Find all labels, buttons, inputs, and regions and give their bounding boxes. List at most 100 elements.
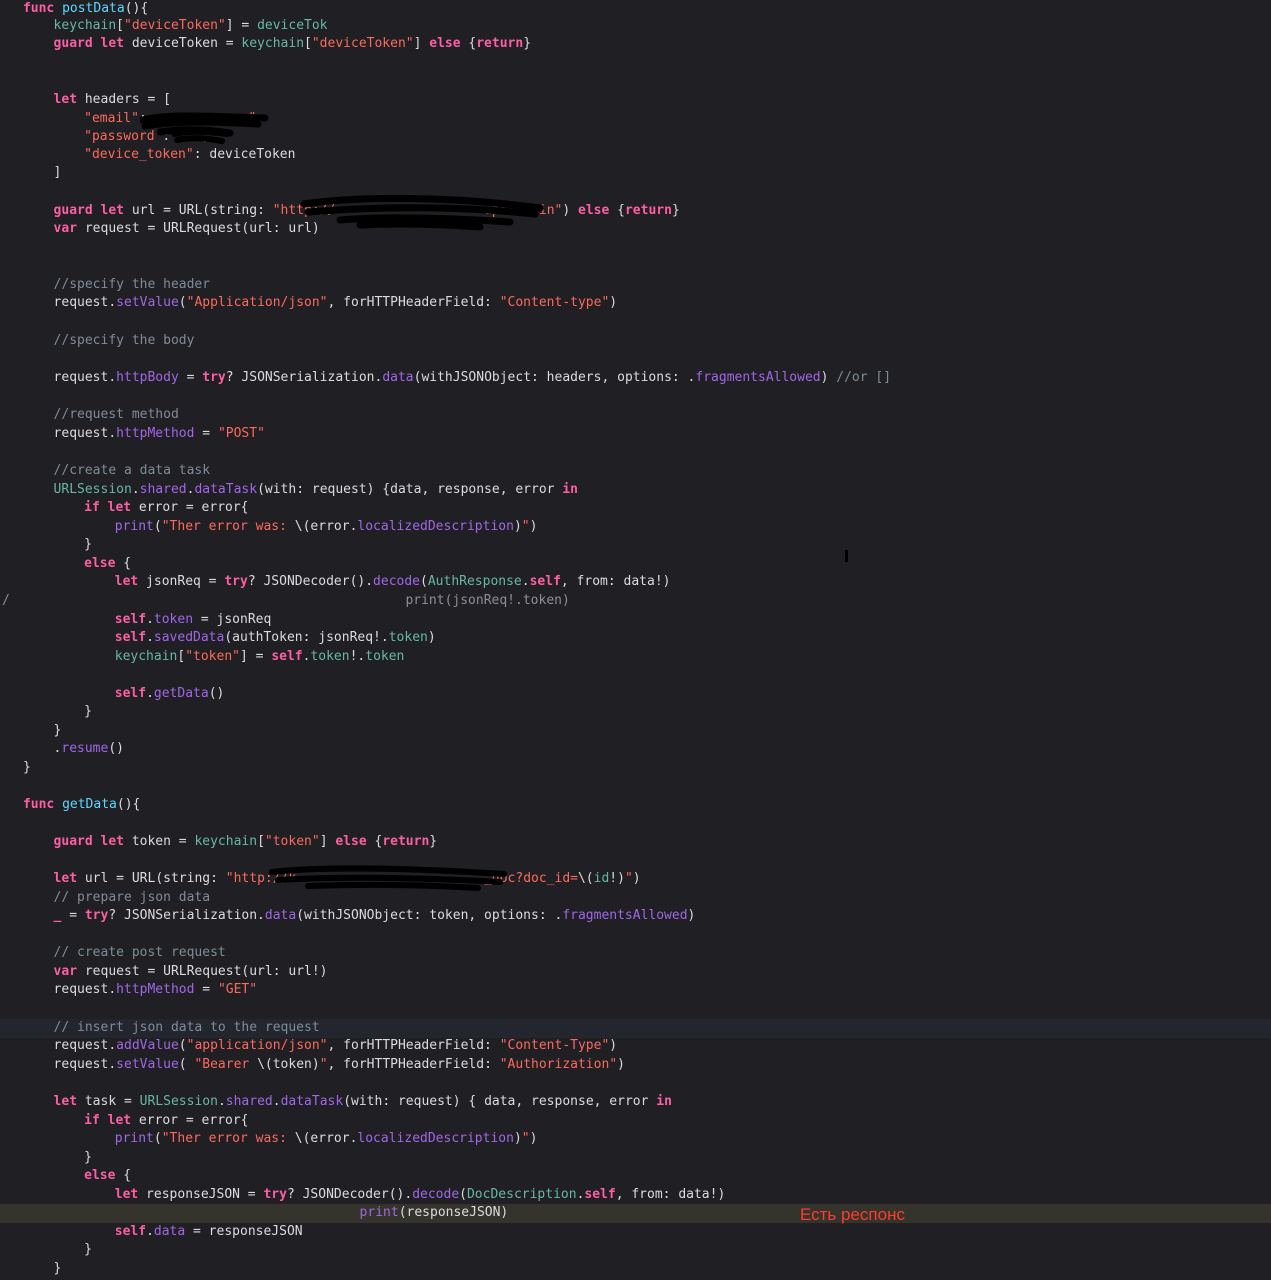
- code-line-content: // insert json data to the request: [54, 1019, 320, 1038]
- code-line[interactable]: }: [0, 703, 1271, 722]
- code-token: = jsonReq: [193, 612, 272, 627]
- code-line[interactable]: guard let token = keychain["token"] else…: [0, 833, 1271, 852]
- code-line[interactable]: }: [0, 1260, 1271, 1279]
- code-token: (url: url!): [241, 964, 328, 979]
- code-line[interactable]: request.httpMethod = "POST": [0, 425, 1271, 444]
- code-line[interactable]: "device_token": deviceToken: [0, 146, 1271, 165]
- code-token: JSONDecoder: [263, 574, 350, 589]
- code-line[interactable]: let jsonReq = try? JSONDecoder().decode(…: [0, 573, 1271, 592]
- code-line[interactable]: self.savedData(authToken: jsonReq!.token…: [0, 629, 1271, 648]
- code-line[interactable]: request.setValue("Application/json", for…: [0, 294, 1271, 313]
- code-token: //request method: [53, 407, 179, 422]
- code-line[interactable]: let responseJSON = try? JSONDecoder().de…: [0, 1186, 1271, 1205]
- code-line[interactable]: func postData(){: [0, 0, 1271, 19]
- code-line[interactable]: // prepare json data: [0, 889, 1271, 908]
- code-token: token: [365, 649, 405, 664]
- code-token: (): [108, 741, 124, 756]
- code-token: print: [114, 1131, 154, 1146]
- code-token: self: [584, 1187, 616, 1202]
- code-line[interactable]: //request method: [0, 406, 1271, 425]
- code-token: ): [617, 1057, 625, 1072]
- code-line[interactable]: request.httpMethod = "GET": [0, 981, 1271, 1000]
- code-line[interactable]: "password": ",: [0, 128, 1271, 147]
- code-token: shared: [139, 482, 187, 497]
- code-line[interactable]: request.setValue( "Bearer \(token)", for…: [0, 1056, 1271, 1075]
- code-line[interactable]: print(jsonReq!.token): [0, 592, 1271, 611]
- code-line[interactable]: //specify the header: [0, 276, 1271, 295]
- code-token: request.: [53, 1038, 117, 1053]
- code-line-content: let headers = [: [54, 91, 171, 110]
- code-line[interactable]: self.getData(): [0, 685, 1271, 704]
- code-token: ? JSONSerialization.: [225, 370, 383, 385]
- code-line[interactable]: //specify the body: [0, 332, 1271, 351]
- code-line[interactable]: else {: [0, 555, 1271, 574]
- code-token: , forHTTPHeaderField:: [327, 1057, 500, 1072]
- code-line[interactable]: if let error = error{: [0, 499, 1271, 518]
- code-token: AuthResponse: [427, 574, 522, 589]
- code-token: {: [366, 834, 383, 849]
- code-token: request.: [53, 1057, 117, 1072]
- code-line[interactable]: print("Ther error was: \(error.localized…: [0, 1130, 1271, 1149]
- code-line[interactable]: if let error = error{: [0, 1112, 1271, 1131]
- code-token: =: [194, 426, 218, 441]
- code-token: ]: [53, 165, 62, 180]
- code-token: func: [22, 1, 55, 16]
- code-token: "Authorization": [499, 1057, 618, 1072]
- code-line[interactable]: request.httpBody = try? JSONSerializatio…: [0, 369, 1271, 388]
- code-line[interactable]: .resume(): [0, 740, 1271, 759]
- code-line[interactable]: keychain["token"] = self.token!.token: [0, 648, 1271, 667]
- code-line[interactable]: }: [0, 1149, 1271, 1168]
- code-line[interactable]: var request = URLRequest(url: url): [0, 220, 1271, 239]
- code-line-content: "password": ",: [84, 128, 209, 147]
- code-line[interactable]: _ = try? JSONSerialization.data(withJSON…: [0, 907, 1271, 926]
- code-token: (withJSONObject: headers, options: .: [413, 370, 696, 385]
- code-token: var: [53, 964, 78, 979]
- code-line[interactable]: print("Ther error was: \(error.localized…: [0, 518, 1271, 537]
- code-line[interactable]: let headers = [: [0, 91, 1271, 110]
- code-line[interactable]: func getData(){: [0, 796, 1271, 815]
- code-line[interactable]: self.token = jsonReq: [0, 611, 1271, 630]
- code-token: fragmentsAllowed: [695, 370, 821, 385]
- code-line[interactable]: print(responseJSON): [0, 1204, 1271, 1223]
- code-line[interactable]: var request = URLRequest(url: url!): [0, 963, 1271, 982]
- code-line[interactable]: //create a data task: [0, 462, 1271, 481]
- code-line[interactable]: guard let url = URL(string: "http:// api…: [0, 202, 1271, 221]
- code-line[interactable]: guard let deviceToken = keychain["device…: [0, 35, 1271, 54]
- code-line[interactable]: }: [0, 536, 1271, 555]
- code-token: url =: [77, 871, 132, 886]
- code-line[interactable]: }: [0, 722, 1271, 741]
- code-token: ().: [388, 1187, 413, 1202]
- code-line[interactable]: // create post request: [0, 944, 1271, 963]
- code-line[interactable]: }: [0, 759, 1271, 778]
- code-line[interactable]: URLSession.shared.dataTask(with: request…: [0, 481, 1271, 500]
- code-token: error = error{: [131, 500, 249, 515]
- code-token: try: [202, 370, 226, 385]
- code-token: in: [656, 1094, 672, 1109]
- code-line[interactable]: }: [0, 1241, 1271, 1260]
- code-line-content: "email": ",: [84, 110, 264, 129]
- code-line[interactable]: keychain["deviceToken"] = deviceTok: [0, 17, 1271, 36]
- code-token: if let: [84, 500, 132, 515]
- code-line-content: request.addValue("application/json", for…: [54, 1037, 618, 1056]
- code-line[interactable]: self.data = responseJSON: [0, 1223, 1271, 1242]
- code-line[interactable]: else {: [0, 1167, 1271, 1186]
- code-line[interactable]: ]: [0, 164, 1271, 183]
- code-line[interactable]: let url = URL(string: "http://k _doc?doc…: [0, 870, 1271, 889]
- code-token: }: [84, 537, 92, 552]
- code-token: self: [271, 649, 303, 664]
- code-line[interactable]: request.addValue("application/json", for…: [0, 1037, 1271, 1056]
- code-token: URLSession: [139, 1094, 218, 1109]
- code-line-content: let url = URL(string: "http://k _doc?doc…: [54, 870, 641, 889]
- code-token: =: [194, 982, 218, 997]
- code-editor[interactable]: func postData(){keychain["deviceToken"] …: [0, 0, 1271, 1280]
- code-token: }: [429, 834, 438, 849]
- code-token: ): [562, 203, 579, 218]
- code-token: responseJSON =: [138, 1187, 264, 1202]
- code-token: //specify the header: [53, 277, 211, 292]
- code-line-content: //create a data task: [54, 462, 211, 481]
- code-line[interactable]: // insert json data to the request: [0, 1019, 1271, 1038]
- code-line[interactable]: "email": ",: [0, 110, 1271, 129]
- code-token: ): [609, 295, 618, 310]
- code-line[interactable]: let task = URLSession.shared.dataTask(wi…: [0, 1093, 1271, 1112]
